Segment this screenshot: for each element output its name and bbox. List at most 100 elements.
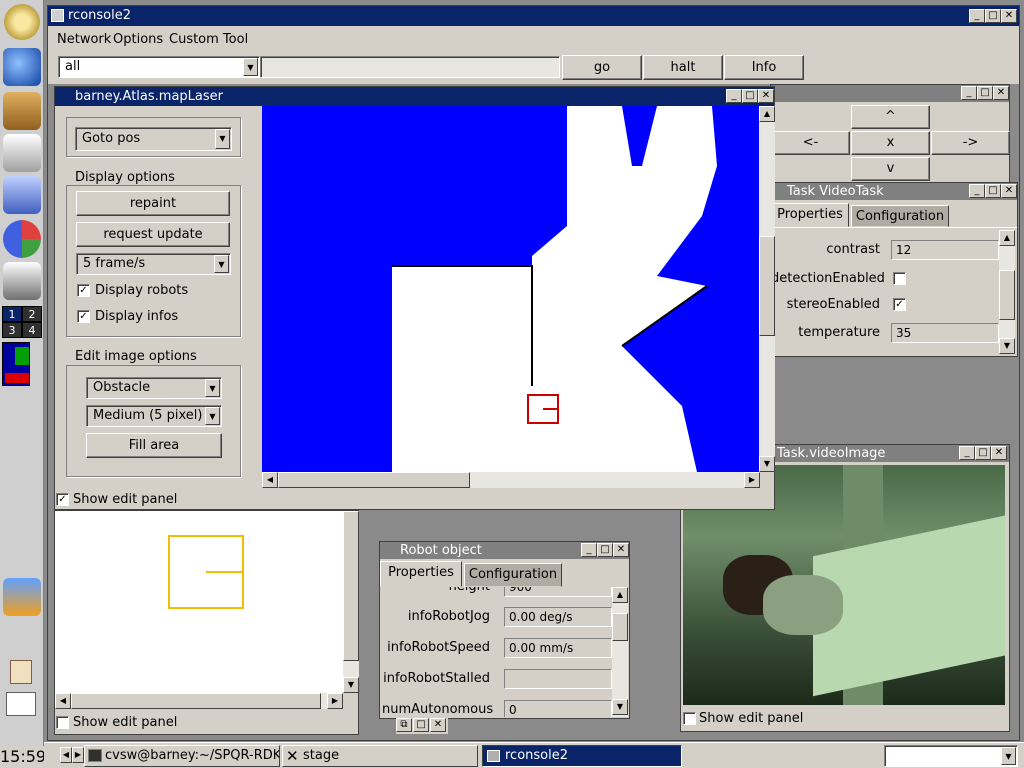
menu-network[interactable]: Network bbox=[57, 32, 111, 47]
scroll-left-icon[interactable]: ◀ bbox=[262, 472, 278, 488]
chevron-down-icon[interactable]: ▼ bbox=[214, 255, 229, 273]
maximize-button[interactable]: □ bbox=[975, 446, 991, 460]
map-laser-title-bar[interactable]: barney.Atlas.mapLaser bbox=[55, 87, 774, 106]
brush-size-combo[interactable]: Medium (5 pixel) ▼ bbox=[86, 405, 222, 427]
tab-properties[interactable]: Properties bbox=[771, 203, 849, 227]
minimize-button[interactable]: _ bbox=[969, 9, 985, 23]
scroll-up-icon[interactable]: ▲ bbox=[612, 587, 628, 603]
restore-button[interactable]: ⧉ bbox=[396, 718, 412, 732]
wallpaper-app-icon[interactable] bbox=[3, 578, 41, 616]
maximize-button[interactable]: □ bbox=[985, 184, 1001, 198]
close-button[interactable]: ✕ bbox=[991, 446, 1007, 460]
target-combo[interactable]: all ▼ bbox=[58, 56, 260, 78]
edit-hscroll[interactable]: ◀ ▶ bbox=[55, 693, 343, 709]
k-menu-icon[interactable] bbox=[4, 4, 40, 40]
num-autonomous-field[interactable]: 0 bbox=[504, 700, 612, 717]
temperature-field[interactable]: 35 bbox=[891, 323, 999, 343]
close-button[interactable]: ✕ bbox=[613, 543, 629, 557]
go-button[interactable]: go bbox=[562, 55, 642, 80]
minimize-button[interactable]: _ bbox=[959, 446, 975, 460]
scroll-thumb[interactable] bbox=[278, 472, 470, 488]
detection-enabled-checkbox[interactable] bbox=[893, 272, 906, 285]
desktop-2[interactable]: 2 bbox=[22, 306, 42, 322]
right-button[interactable]: -> bbox=[931, 131, 1010, 155]
scroll-thumb[interactable] bbox=[612, 613, 628, 641]
left-button[interactable]: <- bbox=[771, 131, 850, 155]
maximize-button[interactable]: □ bbox=[413, 718, 429, 732]
video-task-scrollbar[interactable]: ▲ ▼ bbox=[999, 230, 1015, 354]
menu-custom-tool[interactable]: Custom Tool bbox=[169, 32, 248, 47]
robot-props-scrollbar[interactable]: ▲ ▼ bbox=[612, 587, 628, 717]
scroll-thumb[interactable] bbox=[999, 270, 1015, 320]
scroll-down-icon[interactable]: ▼ bbox=[999, 338, 1015, 354]
map-hscroll[interactable]: ◀ ▶ bbox=[262, 472, 760, 488]
maximize-button[interactable]: □ bbox=[742, 89, 758, 103]
scroll-down-icon[interactable]: ▼ bbox=[759, 456, 775, 472]
scroll-left-icon[interactable]: ◀ bbox=[55, 693, 71, 709]
home-folder-icon[interactable] bbox=[3, 92, 41, 130]
tab-properties[interactable]: Properties bbox=[380, 561, 462, 587]
scroll-up-icon[interactable]: ▲ bbox=[759, 106, 775, 122]
display-robots-checkbox[interactable]: ✓ bbox=[77, 284, 90, 297]
edit-show-edit-panel-checkbox[interactable] bbox=[56, 716, 69, 729]
chevron-down-icon[interactable]: ▼ bbox=[243, 58, 258, 76]
chevron-down-icon[interactable]: ▼ bbox=[215, 129, 230, 149]
command-input[interactable] bbox=[260, 56, 560, 78]
scroll-thumb[interactable] bbox=[343, 511, 359, 661]
scroll-down-icon[interactable]: ▼ bbox=[612, 699, 628, 715]
close-button[interactable]: ✕ bbox=[993, 86, 1009, 100]
close-button[interactable]: ✕ bbox=[1001, 184, 1017, 198]
taskbar-scroll-right-icon[interactable]: ▶ bbox=[72, 747, 84, 763]
maximize-button[interactable]: □ bbox=[597, 543, 613, 557]
taskbar-scroll-left-icon[interactable]: ◀ bbox=[60, 747, 72, 763]
down-button[interactable]: v bbox=[851, 157, 930, 181]
chevron-down-icon[interactable]: ▼ bbox=[205, 379, 220, 397]
map-show-edit-panel-checkbox[interactable]: ✓ bbox=[56, 493, 69, 506]
height-field[interactable]: 900 bbox=[504, 587, 612, 597]
menu-options[interactable]: Options bbox=[113, 32, 163, 47]
display-infos-checkbox[interactable]: ✓ bbox=[77, 310, 90, 323]
globe-icon[interactable] bbox=[3, 48, 41, 86]
request-update-button[interactable]: request update bbox=[76, 222, 230, 247]
maximize-button[interactable]: □ bbox=[985, 9, 1001, 23]
close-button[interactable]: ✕ bbox=[430, 718, 446, 732]
chevron-down-icon[interactable]: ▼ bbox=[1001, 747, 1016, 765]
chart-app-icon[interactable] bbox=[3, 176, 41, 214]
klipper-icon[interactable] bbox=[10, 660, 32, 684]
up-button[interactable]: ^ bbox=[851, 105, 930, 129]
desktop-4[interactable]: 4 bbox=[22, 322, 42, 338]
laser-map[interactable] bbox=[262, 106, 760, 472]
scroll-thumb[interactable] bbox=[71, 693, 321, 709]
tray-icon[interactable] bbox=[6, 692, 36, 716]
stop-button[interactable]: x bbox=[851, 131, 930, 155]
scroll-thumb[interactable] bbox=[759, 236, 775, 336]
close-button[interactable]: ✕ bbox=[1001, 9, 1017, 23]
frame-rate-combo[interactable]: 5 frame/s ▼ bbox=[76, 253, 231, 275]
info-button[interactable]: Info bbox=[724, 55, 804, 80]
stereo-enabled-checkbox[interactable]: ✓ bbox=[893, 298, 906, 311]
repaint-button[interactable]: repaint bbox=[76, 191, 230, 216]
fill-area-button[interactable]: Fill area bbox=[86, 433, 222, 458]
task-stage[interactable]: ✕ stage bbox=[282, 745, 478, 767]
main-title-bar[interactable]: rconsole2 bbox=[48, 6, 1019, 26]
edit-canvas[interactable] bbox=[55, 511, 343, 693]
info-robot-speed-field[interactable]: 0.00 mm/s bbox=[504, 638, 612, 658]
info-robot-jog-field[interactable]: 0.00 deg/s bbox=[504, 607, 612, 627]
mode-combo[interactable]: Goto pos ▼ bbox=[75, 127, 232, 151]
editor-icon[interactable] bbox=[3, 134, 41, 172]
contrast-field[interactable]: 12 bbox=[891, 240, 999, 260]
minimize-button[interactable]: _ bbox=[961, 86, 977, 100]
pager[interactable]: 1 2 3 4 bbox=[2, 306, 42, 338]
map-vscroll[interactable]: ▲ ▼ bbox=[759, 106, 775, 472]
scroll-up-icon[interactable]: ▲ bbox=[999, 230, 1015, 246]
minimize-button[interactable]: _ bbox=[969, 184, 985, 198]
video-show-edit-panel-checkbox[interactable] bbox=[683, 712, 696, 725]
info-robot-stalled-field[interactable] bbox=[504, 669, 612, 689]
tab-configuration[interactable]: Configuration bbox=[464, 563, 562, 587]
tab-configuration[interactable]: Configuration bbox=[851, 205, 949, 227]
taskbar-combo[interactable]: ▼ bbox=[884, 745, 1018, 767]
chevron-down-icon[interactable]: ▼ bbox=[205, 407, 220, 425]
minimize-button[interactable]: _ bbox=[581, 543, 597, 557]
minimize-button[interactable]: _ bbox=[726, 89, 742, 103]
printer-icon[interactable] bbox=[3, 262, 41, 300]
